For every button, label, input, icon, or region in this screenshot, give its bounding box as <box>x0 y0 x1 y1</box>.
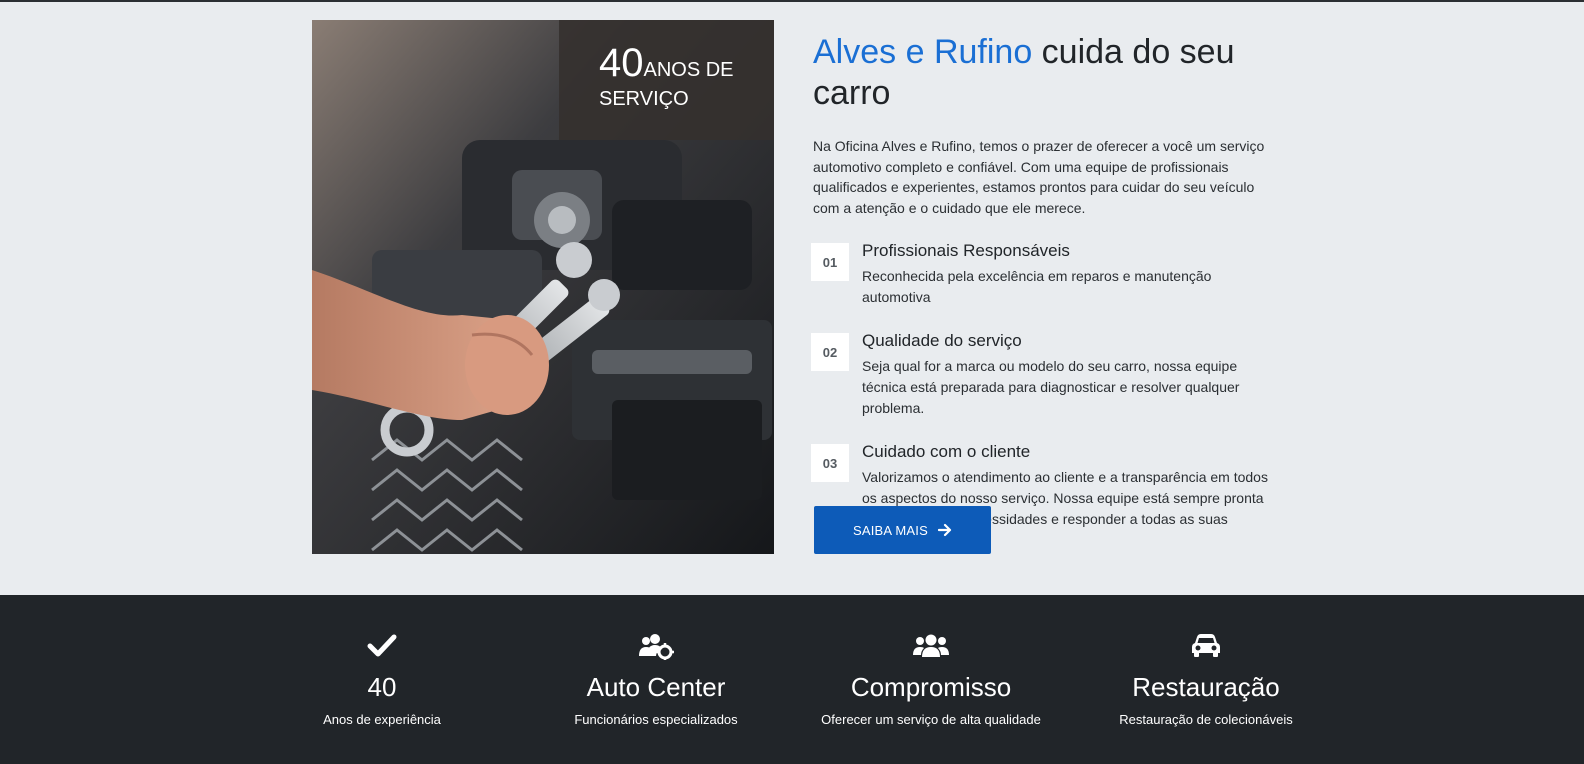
feature-title: Cuidado com o cliente <box>862 442 1031 461</box>
mechanic-photo: 40ANOS DE SERVIÇO <box>312 20 774 554</box>
stat-subtitle: Restauração de colecionáveis <box>1119 712 1293 727</box>
feature-text: Reconhecida pela excelência em reparos e… <box>862 268 1212 305</box>
feature-number: 02 <box>811 333 849 371</box>
stat-subtitle: Oferecer um serviço de alta qualidade <box>821 712 1041 727</box>
years-label: ANOS DE <box>643 59 734 81</box>
feature-item: 01 Profissionais Responsáveis Reconhecid… <box>811 240 1283 308</box>
check-icon <box>367 634 397 657</box>
about-section: 40ANOS DE SERVIÇO Alves e Rufino cuida d… <box>0 0 1584 595</box>
years-number: 40 <box>599 41 644 85</box>
arrow-right-icon <box>937 523 952 537</box>
years-label-2: SERVIÇO <box>599 88 689 110</box>
stat-subtitle: Funcionários especializados <box>574 712 738 727</box>
stats-band: 40 Anos de experiência Auto Center Funci… <box>0 595 1584 764</box>
feature-item: 02 Qualidade do serviço Seja qual for a … <box>811 330 1283 419</box>
stat-compromisso: Compromisso Oferecer um serviço de alta … <box>793 631 1069 729</box>
feature-title: Qualidade do serviço <box>862 331 1022 350</box>
stat-subtitle: Anos de experiência <box>323 712 441 727</box>
intro-text: Na Oficina Alves e Rufino, temos o praze… <box>813 138 1265 216</box>
feature-title: Profissionais Responsáveis <box>862 241 1070 260</box>
feature-number: 03 <box>811 444 849 482</box>
brand-name: Alves e Rufino <box>813 33 1033 71</box>
stat-title: 40 <box>367 672 397 702</box>
saiba-mais-button[interactable]: SAIBA MAIS <box>814 506 991 554</box>
stat-experience: 40 Anos de experiência <box>244 631 520 729</box>
stat-title: Auto Center <box>586 672 726 702</box>
stat-auto-center: Auto Center Funcionários especializados <box>518 631 794 729</box>
saiba-mais-label: SAIBA MAIS <box>853 522 928 538</box>
car-icon <box>1192 634 1220 657</box>
users-cog-icon <box>639 634 674 660</box>
users-icon <box>913 634 949 657</box>
page-title: Alves e Rufino cuida do seu carro <box>813 32 1283 114</box>
stat-restauracao: Restauração Restauração de colecionáveis <box>1068 631 1344 729</box>
stat-title: Restauração <box>1132 672 1280 702</box>
feature-number: 01 <box>811 243 849 281</box>
stat-title: Compromisso <box>850 672 1012 702</box>
feature-text: Seja qual for a marca ou modelo do seu c… <box>862 358 1240 416</box>
years-badge: 40ANOS DE SERVIÇO <box>559 20 774 140</box>
about-content: Alves e Rufino cuida do seu carro Na Ofi… <box>811 32 1283 551</box>
